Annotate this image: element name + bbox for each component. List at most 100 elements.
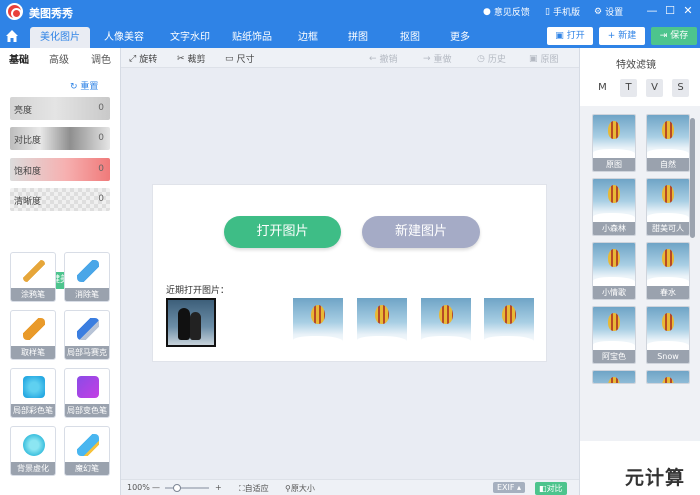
tool-doodle-pen[interactable]: 涂鸦笔 (10, 252, 56, 302)
filter-abao[interactable]: 阿宝色 (592, 306, 636, 364)
original-button[interactable]: ▣ 原图 (529, 52, 559, 66)
filter-label: 原图 (593, 158, 635, 171)
filter-tab-v[interactable]: V (646, 79, 663, 97)
brightness-slider[interactable]: 亮度 0 (10, 97, 110, 120)
blur-icon (23, 434, 45, 456)
settings-link[interactable]: ⚙ 设置 (594, 5, 623, 19)
filter-snow[interactable]: Snow (646, 306, 690, 364)
penguin-shape (190, 312, 201, 340)
recent-thumbnail-balloon[interactable] (357, 298, 407, 347)
filter-tab-t[interactable]: T (620, 79, 637, 97)
tab-collage[interactable]: 拼图 (328, 27, 388, 48)
tab-more[interactable]: 更多 (430, 27, 490, 48)
tab-portrait[interactable]: 人像美容 (94, 27, 154, 48)
image-icon: ▣ (529, 53, 538, 64)
filter-natural[interactable]: 自然 (646, 114, 690, 172)
rotate-button[interactable]: ⤢ 旋转 (129, 52, 158, 66)
filter-sweet[interactable]: 甜美可人 (646, 178, 690, 236)
feedback-link[interactable]: ● 意见反馈 (483, 5, 530, 19)
tool-local-recolor[interactable]: 局部变色笔 (64, 368, 110, 418)
filter-tab-s[interactable]: S (672, 79, 689, 97)
zoom-in-button[interactable]: + (215, 483, 222, 492)
saturation-value: 0 (98, 164, 104, 174)
resize-button[interactable]: ▭ 尺寸 (225, 52, 255, 66)
subtab-advanced[interactable]: 高级 (44, 50, 74, 72)
filter-spring-water[interactable]: 春水 (646, 242, 690, 300)
new-image-button[interactable]: 新建图片 (362, 216, 480, 248)
balloon-photo (293, 298, 343, 347)
watermark-text: 元计算 (625, 467, 686, 489)
tab-stickers[interactable]: 贴纸饰品 (222, 27, 282, 48)
magic-pen-icon (77, 434, 99, 456)
zoom-out-button[interactable]: — (152, 483, 160, 492)
saturation-label: 饱和度 (14, 167, 42, 177)
filter-partial[interactable] (646, 370, 690, 384)
recent-thumbnail-balloon[interactable] (421, 298, 471, 347)
crop-button[interactable]: ✂ 裁剪 (177, 52, 206, 66)
mobile-link[interactable]: ▯ 手机版 (545, 5, 580, 19)
eraser-icon (77, 260, 99, 282)
maximize-button[interactable]: ☐ (663, 4, 677, 18)
mosaic-icon (77, 318, 99, 340)
contrast-slider[interactable]: 对比度 0 (10, 127, 110, 150)
scissors-icon: ✂ (177, 53, 185, 64)
balloon-photo (357, 298, 407, 347)
filter-preview (593, 179, 635, 223)
recent-thumbnail-balloon[interactable] (293, 298, 343, 347)
filter-preview (647, 307, 689, 351)
recent-thumbnail-penguins[interactable] (166, 298, 216, 347)
filter-label: 春水 (647, 286, 689, 299)
sharpness-slider[interactable]: 清晰度 0 (10, 188, 110, 211)
reset-button[interactable]: ↻ 重置 (70, 79, 98, 92)
undo-button[interactable]: ← 撤销 (369, 52, 398, 66)
saturation-slider[interactable]: 饱和度 0 (10, 158, 110, 181)
feedback-label: 意见反馈 (493, 8, 530, 18)
save-button[interactable]: ⇥ 保存 (651, 27, 697, 45)
tab-beautify[interactable]: 美化图片 (30, 27, 90, 48)
filter-label: 小情歌 (593, 286, 635, 299)
history-label: 历史 (487, 55, 506, 65)
tool-eraser-pen[interactable]: 消除笔 (64, 252, 110, 302)
zoom-slider-handle[interactable] (173, 484, 181, 492)
filter-scrollbar[interactable] (690, 118, 695, 238)
redo-button[interactable]: → 重做 (423, 52, 452, 66)
tool-background-blur[interactable]: 背景虚化 (10, 426, 56, 476)
new-button[interactable]: + 新建 (599, 27, 645, 45)
recent-thumbnail-balloon[interactable] (484, 298, 534, 347)
tab-text[interactable]: 文字水印 (160, 27, 220, 48)
actual-size-button[interactable]: ⚲原大小 (285, 483, 315, 494)
rotate-label: 旋转 (139, 55, 158, 65)
open-button[interactable]: ▣ 打开 (547, 27, 593, 45)
filter-tab-m[interactable]: M (594, 79, 611, 97)
filter-preview (593, 115, 635, 159)
filter-partial[interactable] (592, 370, 636, 384)
actual-label: 原大小 (290, 484, 315, 493)
tool-sample-pen[interactable]: 取样笔 (10, 310, 56, 360)
sample-brush-icon (23, 318, 45, 340)
filter-small-forest[interactable]: 小森林 (592, 178, 636, 236)
filter-preview (647, 115, 689, 159)
tool-label: 局部彩色笔 (11, 404, 55, 417)
resize-label: 尺寸 (236, 55, 255, 65)
zoom-slider[interactable] (165, 484, 209, 492)
minimize-button[interactable]: — (645, 4, 659, 18)
subtab-color[interactable]: 调色 (86, 50, 116, 72)
filter-love-song[interactable]: 小情歌 (592, 242, 636, 300)
balloon-photo (421, 298, 471, 347)
tool-magic-pen[interactable]: 魔幻笔 (64, 426, 110, 476)
crop-label: 裁剪 (187, 55, 206, 65)
close-button[interactable]: ✕ (681, 4, 695, 18)
fit-label: 自适应 (244, 484, 269, 493)
filter-original[interactable]: 原图 (592, 114, 636, 172)
exif-button[interactable]: EXIF ▴ (493, 482, 526, 493)
subtab-basic[interactable]: 基础 (4, 50, 34, 72)
history-button[interactable]: ◷ 历史 (477, 52, 506, 66)
open-image-button[interactable]: 打开图片 (224, 216, 341, 248)
tool-local-color[interactable]: 局部彩色笔 (10, 368, 56, 418)
home-icon[interactable] (4, 28, 20, 44)
fit-button[interactable]: ⛶自适应 (239, 483, 269, 494)
tool-mosaic[interactable]: 局部马赛克 (64, 310, 110, 360)
tool-label: 消除笔 (65, 288, 109, 301)
compare-label: 对比 (546, 484, 563, 493)
compare-button[interactable]: ◧对比 (535, 482, 567, 495)
